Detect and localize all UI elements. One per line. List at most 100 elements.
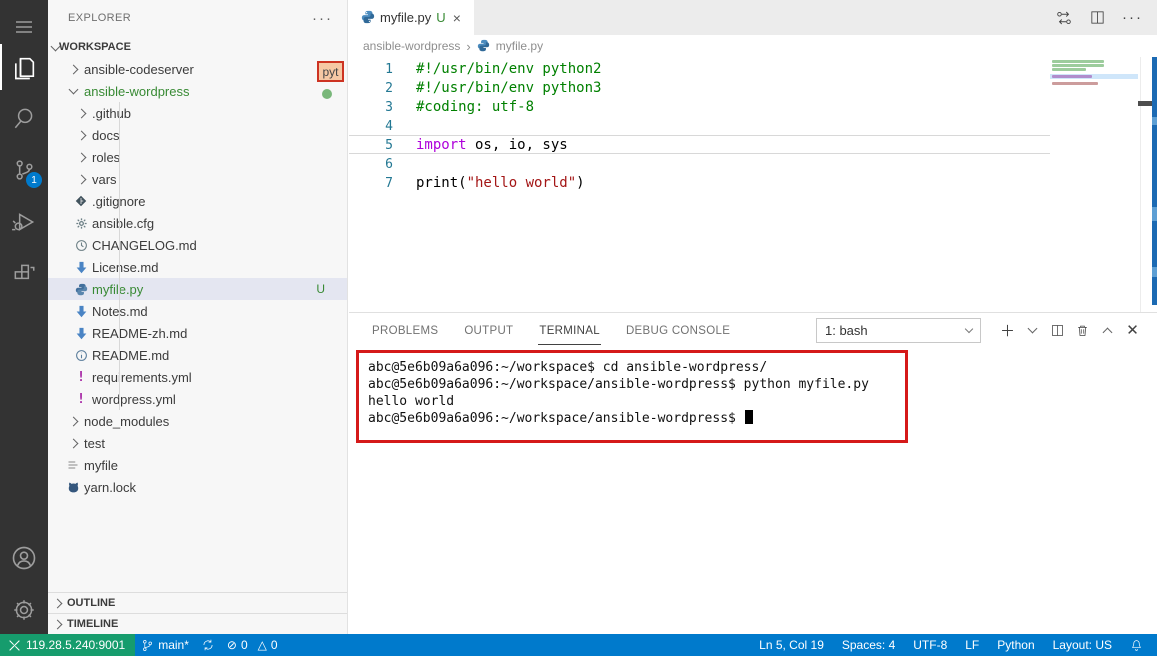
tree-item-label: node_modules: [84, 413, 170, 429]
line-number: 2: [385, 81, 393, 96]
workspace-section-header[interactable]: WORKSPACE: [48, 36, 347, 58]
tab-debug-console[interactable]: DEBUG CONSOLE: [625, 316, 731, 344]
outline-section-header[interactable]: OUTLINE: [48, 592, 347, 613]
code-text: import os, io, sys: [416, 137, 568, 153]
timeline-section-header[interactable]: TIMELINE: [48, 613, 347, 634]
chevron-right-icon: [72, 152, 90, 162]
split-editor-icon[interactable]: [1089, 9, 1106, 26]
line-number: 5: [385, 138, 393, 153]
code-editor[interactable]: 1 #!/usr/bin/env python2 2 #!/usr/bin/env p…: [349, 59, 1050, 192]
tree-item-myfile.py[interactable]: myfile.py U: [48, 278, 347, 300]
terminal-output[interactable]: abc@5e6b09a6a096:~/workspace$ cd ansible…: [368, 359, 869, 427]
warnings-icon: △: [257, 638, 267, 652]
tab-problems[interactable]: PROBLEMS: [371, 316, 439, 344]
sidebar-more-actions-icon[interactable]: ···: [312, 10, 333, 27]
code-line-3[interactable]: 3 #coding: utf-8: [349, 97, 1050, 116]
source-control-icon[interactable]: 1: [0, 148, 48, 192]
encoding[interactable]: UTF-8: [907, 634, 953, 656]
problems-item[interactable]: ⊘ 0 △ 0: [221, 634, 284, 656]
breadcrumb-folder[interactable]: ansible-wordpress: [363, 39, 460, 53]
run-debug-icon[interactable]: [0, 200, 48, 244]
terminal-select[interactable]: 1: bash: [816, 317, 981, 343]
indentation[interactable]: Spaces: 4: [836, 634, 901, 656]
keyboard-layout[interactable]: Layout: US: [1047, 634, 1118, 656]
code-line-5[interactable]: 5 import os, io, sys: [349, 135, 1050, 154]
chevron-down-icon: [964, 324, 974, 333]
open-changes-icon[interactable]: [1055, 9, 1073, 27]
tree-item-yarn.lock[interactable]: yarn.lock: [48, 476, 347, 498]
markdown-icon: [72, 261, 90, 274]
tree-item-label: License.md: [92, 259, 159, 275]
tree-item-label: ansible.cfg: [92, 215, 155, 231]
cursor-position[interactable]: Ln 5, Col 19: [753, 634, 830, 656]
breadcrumb-file[interactable]: myfile.py: [496, 39, 543, 53]
tree-item-myfile[interactable]: myfile: [48, 454, 347, 476]
tab-close-icon[interactable]: ×: [453, 10, 461, 26]
outline-label: OUTLINE: [67, 597, 116, 609]
code-line-1[interactable]: 1 #!/usr/bin/env python2: [349, 59, 1050, 78]
tree-item-.github[interactable]: .github: [48, 102, 347, 124]
split-terminal-icon[interactable]: [1045, 318, 1070, 343]
tree-item-requirements.yml[interactable]: ! requirements.yml: [48, 366, 347, 388]
extensions-icon[interactable]: [0, 252, 48, 296]
file-tree: ansible-codeserver ansible-wordpress .gith…: [48, 58, 347, 498]
tree-item-ansible.cfg[interactable]: ansible.cfg: [48, 212, 347, 234]
notifications-bell-icon[interactable]: [1124, 634, 1149, 656]
editor-actions: ···: [1055, 0, 1157, 35]
tree-item-README.md[interactable]: README.md: [48, 344, 347, 366]
tree-item-label: CHANGELOG.md: [92, 237, 197, 253]
tab-terminal[interactable]: TERMINAL: [538, 316, 601, 345]
tree-item-roles[interactable]: roles: [48, 146, 347, 168]
chevron-down-icon: [64, 84, 82, 95]
tree-item-label: requirements.yml: [92, 369, 192, 385]
explorer-files-icon[interactable]: [0, 46, 48, 90]
code-line-7[interactable]: 7 print("hello world"): [349, 173, 1050, 192]
search-icon[interactable]: [0, 96, 48, 140]
editor-more-actions-icon[interactable]: ···: [1122, 9, 1143, 26]
line-number: 1: [385, 62, 393, 77]
chevron-right-icon: [72, 108, 90, 118]
tree-item-Notes.md[interactable]: Notes.md: [48, 300, 347, 322]
minimap-line-mark: [1052, 82, 1098, 85]
chevron-down-icon: [50, 41, 61, 53]
close-panel-icon[interactable]: ✕: [1120, 318, 1145, 343]
account-icon[interactable]: [0, 536, 48, 580]
sidebar-title: EXPLORER: [68, 12, 132, 24]
chevron-right-icon: [64, 438, 82, 448]
minimap[interactable]: [1050, 57, 1140, 312]
eol-sequence[interactable]: LF: [959, 634, 985, 656]
tree-item-CHANGELOG.md[interactable]: CHANGELOG.md: [48, 234, 347, 256]
minimap-line-mark: [1052, 60, 1104, 63]
tab-output[interactable]: OUTPUT: [463, 316, 514, 344]
tree-item-node_modules[interactable]: node_modules: [48, 410, 347, 432]
tree-item-License.md[interactable]: License.md: [48, 256, 347, 278]
maximize-panel-icon[interactable]: [1095, 318, 1120, 343]
code-line-4[interactable]: 4: [349, 116, 1050, 135]
menu-icon[interactable]: [0, 5, 48, 49]
code-line-6[interactable]: 6: [349, 154, 1050, 173]
tree-item-vars[interactable]: vars: [48, 168, 347, 190]
gear-file-icon: [72, 217, 90, 230]
kill-terminal-trash-icon[interactable]: [1070, 318, 1095, 343]
chevron-right-icon: [64, 64, 82, 74]
remote-indicator[interactable]: 119.28.5.240:9001: [0, 634, 136, 656]
tree-item-test[interactable]: test: [48, 432, 347, 454]
tree-item-docs[interactable]: docs: [48, 124, 347, 146]
git-branch-item[interactable]: main*: [135, 634, 195, 656]
sync-changes-item[interactable]: [195, 634, 221, 656]
new-terminal-icon[interactable]: ＋: [995, 318, 1020, 343]
tree-item-ansible-codeserver[interactable]: ansible-codeserver: [48, 58, 347, 80]
breadcrumb[interactable]: ansible-wordpress › myfile.py: [349, 35, 1157, 57]
python-icon: [361, 10, 375, 26]
code-line-2[interactable]: 2 #!/usr/bin/env python3: [349, 78, 1050, 97]
settings-gear-icon[interactable]: [0, 588, 48, 632]
tree-item-wordpress.yml[interactable]: ! wordpress.yml: [48, 388, 347, 410]
tree-item-ansible-wordpress[interactable]: ansible-wordpress: [48, 80, 347, 102]
terminal-dropdown-icon[interactable]: [1020, 318, 1045, 343]
tree-item-README-zh.md[interactable]: README-zh.md: [48, 322, 347, 344]
tab-myfile-py[interactable]: myfile.py U ×: [349, 0, 474, 35]
language-mode[interactable]: Python: [991, 634, 1040, 656]
tree-item-.gitignore[interactable]: .gitignore: [48, 190, 347, 212]
code-text: print("hello world"): [416, 175, 585, 191]
